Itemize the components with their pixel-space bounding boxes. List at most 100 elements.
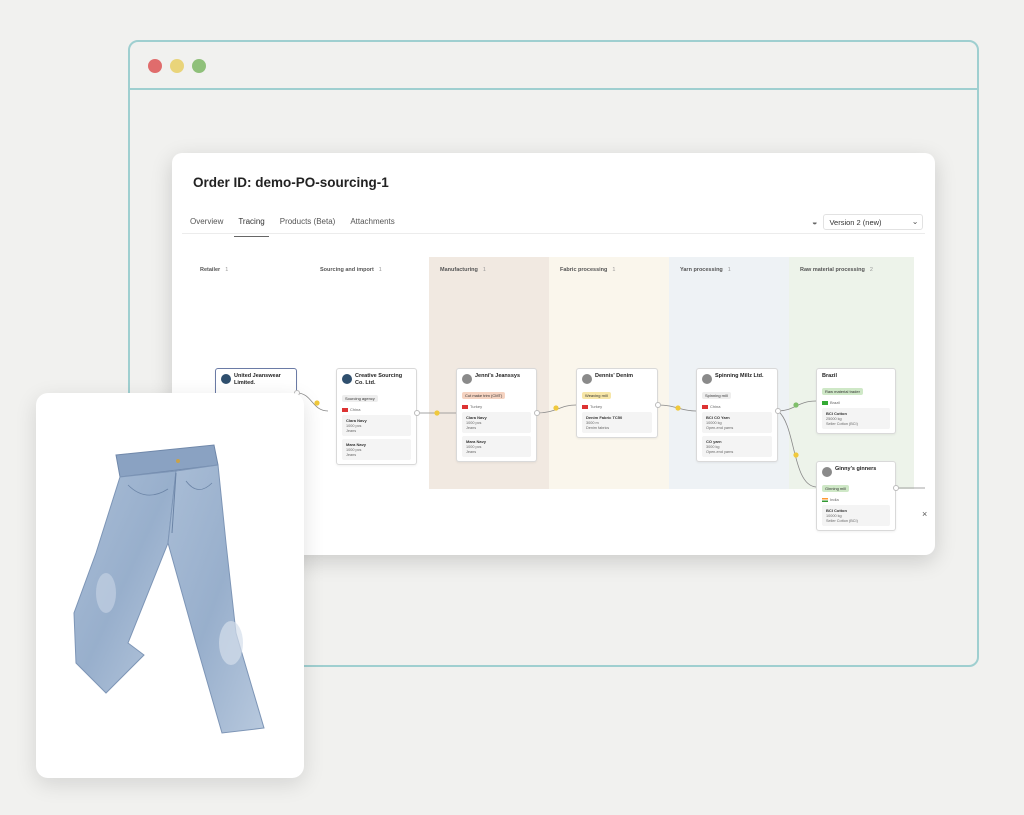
avatar: [221, 374, 231, 384]
node-port[interactable]: [655, 402, 661, 408]
item-name: Clara Navy: [466, 415, 487, 420]
edge: [777, 410, 817, 488]
item-desc: Jeans: [346, 429, 357, 434]
item-qty: 3000 kg: [706, 445, 720, 449]
version-select[interactable]: Version 2 (new) ⌄: [823, 214, 924, 230]
window-close-dot[interactable]: [148, 59, 162, 73]
flag-icon: [462, 404, 468, 409]
flag-icon: [702, 404, 708, 409]
node-yarn[interactable]: Spinning Millz Ltd. Spinning mill China …: [696, 368, 778, 462]
window-maximize-dot[interactable]: [192, 59, 206, 73]
item-qty: 1000 pcs: [346, 424, 362, 429]
avatar: [582, 374, 592, 384]
item-desc: Denim fabrics: [586, 426, 610, 430]
role-badge: Spinning mill: [702, 392, 731, 399]
edge-marker: [675, 405, 681, 411]
item-desc: Seller Cotton (BCI): [826, 422, 858, 427]
product-item[interactable]: BCI Cotton 25000 kg Seller Cotton (BCI): [822, 408, 890, 430]
node-name: Dennis' Denim: [595, 373, 633, 379]
version-select-value: Version 2 (new): [829, 218, 882, 227]
product-item[interactable]: Clara Navy 1000 pcs Jeans: [342, 415, 411, 437]
item-desc: Jeans: [346, 453, 357, 458]
flag-icon: [582, 404, 588, 409]
version-control: ◒ Version 2 (new) ⌄: [812, 214, 924, 230]
item-name: Mara Navy: [466, 439, 487, 444]
flag-icon: [822, 497, 828, 502]
edge-marker: [793, 452, 799, 458]
edge-marker: [793, 402, 799, 408]
node-port[interactable]: [775, 408, 781, 414]
node-name: Spinning Millz Ltd.: [715, 373, 764, 379]
item-name: BCI Cotton: [826, 411, 847, 417]
item-desc: Jeans: [466, 450, 477, 454]
avatar: [462, 374, 472, 384]
node-fabric[interactable]: Dennis' Denim Weaving mill Turkey Denim …: [576, 368, 658, 438]
version-icon: ◒: [812, 217, 818, 227]
node-port[interactable]: [534, 410, 540, 416]
node-location: Turkey: [470, 404, 483, 409]
avatar: [702, 374, 712, 384]
avatar: [342, 374, 352, 384]
product-item[interactable]: Mara Navy 1000 pcs Jeans: [342, 439, 411, 461]
item-qty: 3000 m: [586, 421, 599, 425]
item-name: Clara Navy: [346, 418, 367, 424]
item-desc: Seller Cotton (BCI): [826, 519, 858, 523]
role-badge: Raw material trader: [822, 388, 863, 396]
node-port[interactable]: [893, 485, 899, 491]
edge-marker: [553, 405, 559, 411]
item-qty: 1000 pcs: [466, 421, 482, 425]
item-name: BCI Cotton: [826, 508, 847, 513]
item-name: CO yarn: [706, 439, 722, 444]
product-item[interactable]: Denim Fabric TC50 3000 m Denim fabrics: [582, 412, 652, 433]
product-image-card: [36, 393, 304, 778]
product-item[interactable]: Mara Navy 1000 pcs Jeans: [462, 436, 531, 457]
node-location: China: [710, 404, 721, 409]
node-raw-brazil[interactable]: Brazil Raw material trader Brazil BCI Co…: [816, 368, 896, 435]
item-desc: Open-end yarns: [706, 450, 734, 454]
flag-icon: [822, 400, 828, 405]
node-name: Ginny's ginners: [835, 466, 877, 472]
node-location: Brazil: [830, 400, 841, 406]
node-manufacturing[interactable]: Jenni's Jeanssys Cut make trim (CMT) Tur…: [456, 368, 537, 462]
node-name: Creative Sourcing Co. Ltd.: [355, 373, 403, 387]
product-item[interactable]: BCI Cotton 10000 kg Seller Cotton (BCI): [822, 505, 890, 526]
product-item[interactable]: BCI CO Yarn 10000 kg Open-end yarns: [702, 412, 772, 433]
close-icon[interactable]: ×: [922, 509, 927, 519]
edge-marker: [314, 400, 320, 406]
item-name: Denim Fabric TC50: [586, 415, 623, 420]
node-location: China: [350, 407, 361, 413]
role-badge: Weaving mill: [582, 392, 611, 399]
order-header: Order ID: demo-PO-sourcing-1: [172, 153, 935, 203]
tabs-divider: [182, 233, 925, 234]
page-title: Order ID: demo-PO-sourcing-1: [193, 175, 389, 190]
chevron-down-icon: ⌄: [911, 217, 919, 226]
node-name: Jenni's Jeanssys: [475, 373, 521, 379]
product-item[interactable]: CO yarn 3000 kg Open-end yarns: [702, 436, 772, 457]
node-raw-ginny[interactable]: Ginny's ginners Ginning mill India BCI C…: [816, 461, 896, 531]
role-badge: Cut make trim (CMT): [462, 392, 506, 399]
item-qty: 10000 kg: [706, 421, 722, 425]
product-item[interactable]: Clara Navy 1000 pcs Jeans: [462, 412, 531, 433]
node-port[interactable]: [414, 410, 420, 416]
role-badge: Ginning mill: [822, 485, 849, 492]
node-sourcing[interactable]: Creative Sourcing Co. Ltd. Sourcing agen…: [336, 368, 417, 466]
item-qty: 1000 pcs: [346, 448, 362, 453]
node-location: India: [830, 497, 839, 502]
avatar: [822, 467, 832, 477]
item-qty: 25000 kg: [826, 417, 842, 422]
browser-toolbar: [130, 42, 977, 90]
item-name: BCI CO Yarn: [706, 415, 730, 420]
edge-marker: [434, 410, 440, 416]
jeans-image: [73, 444, 265, 734]
node-name: Brazil: [822, 373, 837, 379]
item-qty: 1000 pcs: [466, 445, 482, 449]
item-name: Mara Navy: [346, 442, 367, 448]
item-desc: Jeans: [466, 426, 477, 430]
item-qty: 10000 kg: [826, 514, 842, 518]
window-minimize-dot[interactable]: [170, 59, 184, 73]
flag-icon: [342, 407, 348, 412]
role-badge: Sourcing agency: [342, 395, 378, 403]
node-name: United Jeanswear Limited.: [234, 373, 281, 387]
item-desc: Open-end yarns: [706, 426, 734, 430]
node-location: Turkey: [590, 404, 603, 409]
